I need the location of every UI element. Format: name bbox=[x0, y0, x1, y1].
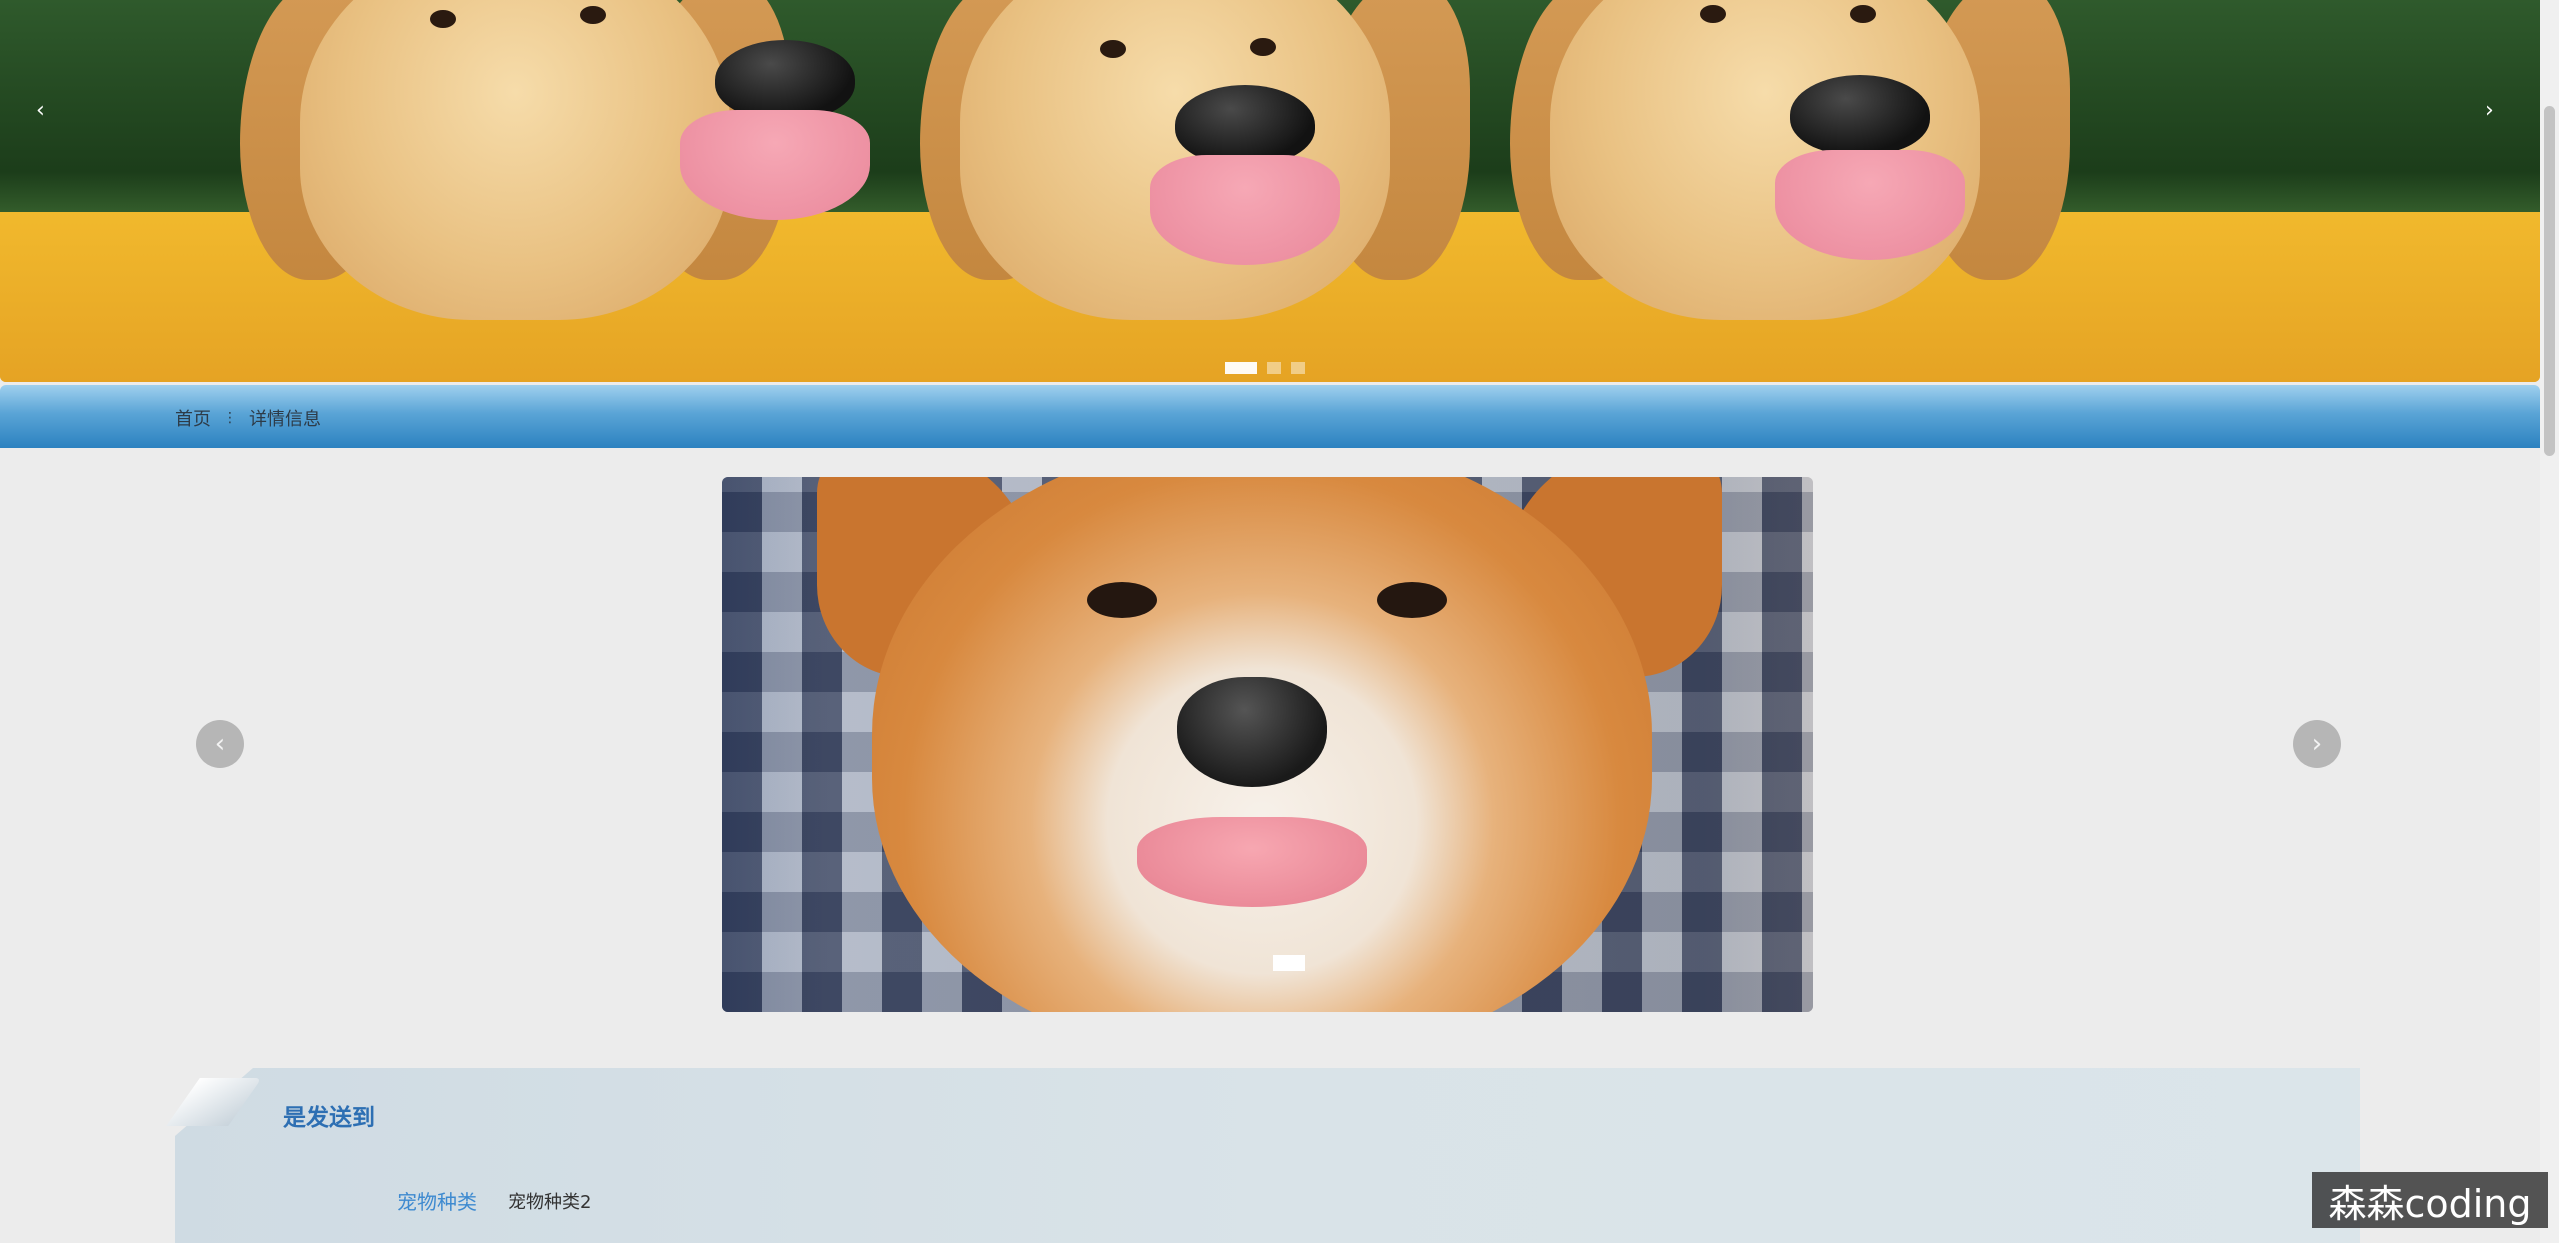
shiba-eye-left bbox=[1087, 582, 1157, 618]
breadcrumb-separator-icon: ⋮ bbox=[223, 410, 237, 426]
breadcrumb: 首页 ⋮ 详情信息 bbox=[175, 405, 321, 431]
field-value-pet-type: 宠物种类2 bbox=[508, 1192, 592, 1213]
shiba-tongue bbox=[1137, 817, 1367, 907]
field-label-pet-type: 宠物种类 bbox=[397, 1190, 477, 1214]
banner-next-arrow-icon[interactable]: › bbox=[2485, 100, 2494, 122]
banner-slide-indicators bbox=[1225, 362, 1305, 374]
banner-prev-arrow-icon[interactable]: ‹ bbox=[36, 100, 45, 122]
banner-indicator-2[interactable] bbox=[1267, 362, 1281, 374]
breadcrumb-current: 详情信息 bbox=[249, 409, 321, 430]
gallery-prev-arrow-icon[interactable]: ‹ bbox=[196, 720, 244, 768]
detail-title: 是发送到 bbox=[283, 1105, 375, 1131]
breadcrumb-home-link[interactable]: 首页 bbox=[175, 405, 211, 431]
page-scrollbar[interactable] bbox=[2540, 0, 2559, 1243]
shiba-eye-right bbox=[1377, 582, 1447, 618]
banner-indicator-1[interactable] bbox=[1225, 362, 1257, 374]
gallery-next-arrow-icon[interactable]: › bbox=[2293, 720, 2341, 768]
pet-image-carousel bbox=[722, 477, 1813, 1012]
scrollbar-thumb[interactable] bbox=[2544, 106, 2555, 456]
shiba-nose bbox=[1177, 677, 1327, 787]
top-banner-carousel: ‹ › bbox=[0, 0, 2540, 382]
breadcrumb-bar: 首页 ⋮ 详情信息 bbox=[0, 385, 2540, 448]
banner-indicator-3[interactable] bbox=[1291, 362, 1305, 374]
gallery-indicator-1[interactable] bbox=[1273, 955, 1305, 971]
watermark: 森森coding bbox=[2312, 1172, 2548, 1228]
detail-panel: 是发送到 宠物种类 宠物种类2 bbox=[166, 1068, 2360, 1243]
